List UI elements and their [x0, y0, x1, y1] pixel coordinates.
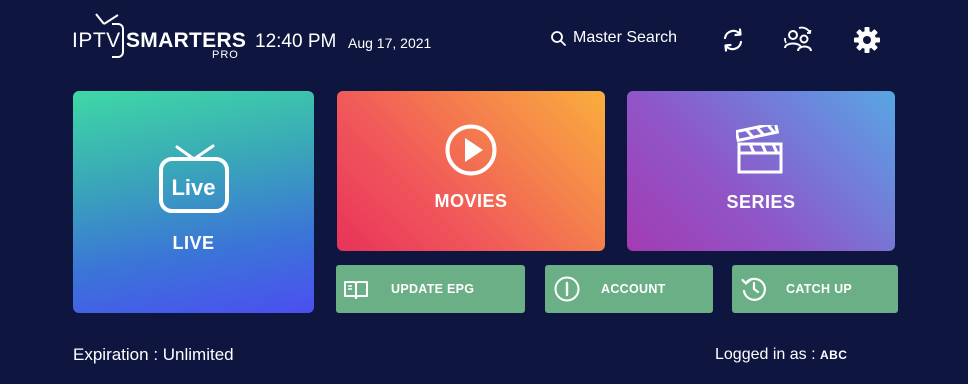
catch-up-button[interactable]: CATCH UP	[732, 265, 898, 313]
logo-bracket	[112, 23, 124, 58]
play-icon	[445, 124, 497, 176]
book-icon	[344, 281, 368, 299]
info-icon	[554, 276, 580, 302]
master-search-label: Master Search	[573, 29, 678, 46]
current-date: Aug 17, 2021	[348, 35, 432, 51]
search-icon	[551, 30, 566, 46]
logo-pro-text: PRO	[212, 49, 239, 61]
logged-in-status: Logged in as : ABC	[715, 346, 847, 364]
series-tile[interactable]: SERIES	[627, 91, 895, 251]
account-label: ACCOUNT	[601, 282, 666, 296]
logged-in-prefix: Logged in as :	[715, 346, 820, 363]
logged-in-username: ABC	[819, 348, 848, 362]
switch-user-icon	[784, 26, 812, 52]
movies-label: MOVIES	[434, 191, 508, 211]
update-epg-button[interactable]: UPDATE EPG	[336, 265, 525, 313]
history-icon	[741, 277, 766, 301]
movies-tile[interactable]: MOVIES	[337, 91, 605, 251]
live-tile[interactable]: Live LIVE	[73, 91, 314, 313]
current-time: 12:40 PM	[255, 31, 337, 52]
series-label: SERIES	[726, 192, 796, 212]
clapperboard-icon	[736, 125, 783, 174]
update-epg-label: UPDATE EPG	[391, 282, 475, 296]
refresh-icon	[723, 28, 743, 52]
tv-icon-text: Live	[171, 175, 216, 200]
master-search-button[interactable]: Master Search	[550, 29, 677, 47]
catch-up-label: CATCH UP	[786, 282, 853, 296]
switch-user-button[interactable]	[782, 24, 814, 56]
refresh-button[interactable]	[717, 24, 749, 56]
account-button[interactable]: ACCOUNT	[545, 265, 713, 313]
live-label: LIVE	[172, 233, 215, 253]
app-logo: IPTV SMARTERS PRO	[72, 12, 246, 62]
gear-icon	[854, 27, 880, 53]
expiration-status: Expiration : Unlimited	[73, 345, 234, 364]
settings-button[interactable]	[851, 24, 883, 56]
